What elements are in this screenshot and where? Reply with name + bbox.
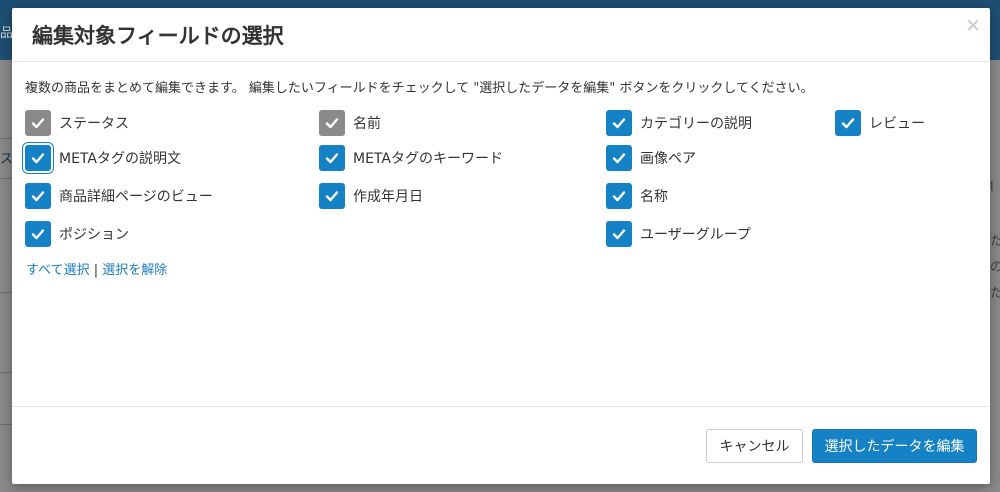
field-checkbox-created-date[interactable]: 作成年月日 bbox=[319, 183, 423, 209]
background-text-fragment: た bbox=[990, 234, 1000, 249]
background-divider bbox=[0, 178, 12, 179]
close-icon[interactable]: × bbox=[965, 14, 981, 36]
checkbox-checked-icon[interactable] bbox=[25, 221, 51, 247]
field-checkbox-title[interactable]: 名称 bbox=[606, 183, 668, 209]
checkbox-checked-icon[interactable] bbox=[606, 145, 632, 171]
field-checkbox-image-pair[interactable]: 画像ペア bbox=[606, 145, 696, 171]
dialog-title: 編集対象フィールドの選択 bbox=[32, 24, 284, 48]
edit-selected-button[interactable]: 選択したデータを編集 bbox=[812, 429, 977, 463]
checkbox-checked-icon[interactable] bbox=[25, 110, 51, 136]
background-divider bbox=[0, 424, 12, 425]
background-text-fragment: 品 bbox=[0, 26, 12, 41]
select-all-link[interactable]: すべて選択 bbox=[26, 263, 90, 278]
field-label: 名前 bbox=[353, 116, 381, 132]
field-label: METAタグのキーワード bbox=[353, 151, 503, 167]
dialog-header: 編集対象フィールドの選択 × bbox=[12, 8, 990, 62]
field-checkbox-meta-description[interactable]: METAタグの説明文 bbox=[25, 145, 181, 171]
field-checkbox-user-groups[interactable]: ユーザーグループ bbox=[606, 221, 751, 247]
background-text-fragment: ス bbox=[0, 152, 12, 167]
dialog-description: 複数の商品をまとめて編集できます。 編集したいフィールドをチェックして "選択し… bbox=[25, 81, 814, 96]
cancel-button[interactable]: キャンセル bbox=[706, 429, 803, 463]
background-divider bbox=[0, 372, 12, 373]
field-label: METAタグの説明文 bbox=[59, 151, 181, 167]
field-checkbox-position[interactable]: ポジション bbox=[25, 221, 129, 247]
checkbox-checked-icon[interactable] bbox=[835, 110, 861, 136]
field-selection-dialog: 編集対象フィールドの選択 × 複数の商品をまとめて編集できます。 編集したいフィ… bbox=[12, 8, 990, 484]
checkbox-checked-icon[interactable] bbox=[25, 145, 51, 171]
background-text-fragment: の bbox=[990, 260, 1000, 275]
field-label: 名称 bbox=[640, 189, 668, 205]
link-separator: | bbox=[93, 263, 99, 278]
background-text-fragment: l bbox=[990, 180, 994, 195]
checkbox-checked-icon[interactable] bbox=[319, 145, 345, 171]
background-divider bbox=[0, 292, 12, 293]
dialog-footer: キャンセル 選択したデータを編集 bbox=[12, 406, 990, 484]
field-label: レビュー bbox=[869, 116, 925, 132]
field-label: ステータス bbox=[59, 116, 129, 132]
checkbox-checked-icon[interactable] bbox=[606, 221, 632, 247]
field-label: 商品詳細ページのビュー bbox=[59, 189, 213, 205]
checkbox-checked-icon[interactable] bbox=[319, 183, 345, 209]
field-label: カテゴリーの説明 bbox=[640, 116, 752, 132]
dialog-body: 複数の商品をまとめて編集できます。 編集したいフィールドをチェックして "選択し… bbox=[12, 62, 990, 407]
checkbox-checked-icon[interactable] bbox=[25, 183, 51, 209]
field-checkbox-meta-keywords[interactable]: METAタグのキーワード bbox=[319, 145, 503, 171]
field-checkbox-review[interactable]: レビュー bbox=[835, 110, 925, 136]
field-label: ポジション bbox=[59, 227, 129, 243]
checkbox-checked-icon[interactable] bbox=[319, 110, 345, 136]
field-checkbox-status[interactable]: ステータス bbox=[25, 110, 129, 136]
selection-links: すべて選択 | 選択を解除 bbox=[26, 259, 167, 278]
deselect-all-link[interactable]: 選択を解除 bbox=[102, 263, 167, 278]
field-label: ユーザーグループ bbox=[640, 227, 751, 243]
checkbox-checked-icon[interactable] bbox=[606, 183, 632, 209]
background-text-fragment: た bbox=[990, 286, 1000, 301]
field-label: 画像ペア bbox=[640, 151, 696, 167]
field-checkbox-name[interactable]: 名前 bbox=[319, 110, 381, 136]
checkbox-checked-icon[interactable] bbox=[606, 110, 632, 136]
background-divider bbox=[0, 138, 12, 139]
field-checkbox-category-description[interactable]: カテゴリーの説明 bbox=[606, 110, 752, 136]
field-label: 作成年月日 bbox=[353, 189, 423, 205]
field-checkbox-product-page-views[interactable]: 商品詳細ページのビュー bbox=[25, 183, 213, 209]
